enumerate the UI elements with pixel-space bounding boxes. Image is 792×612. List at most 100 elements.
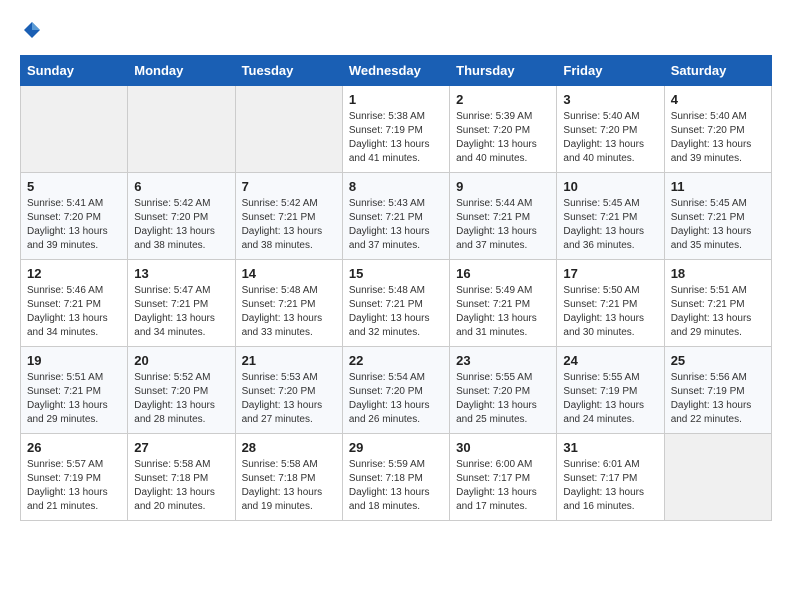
calendar-cell: 12 Sunrise: 5:46 AMSunset: 7:21 PMDayligh… <box>21 260 128 347</box>
calendar-cell: 22Sunrise: 5:54 AMSunset: 7:20 PMDayligh… <box>342 347 449 434</box>
calendar-cell: 19 Sunrise: 5:51 AMSunset: 7:21 PMDayligh… <box>21 347 128 434</box>
calendar-cell: 1 Sunrise: 5:38 AMSunset: 7:19 PMDaylight… <box>342 86 449 173</box>
day-number: 8 <box>349 179 443 194</box>
calendar-cell: 11 Sunrise: 5:45 AMSunset: 7:21 PMDayligh… <box>664 173 771 260</box>
day-info: Sunrise: 5:51 AMSunset: 7:21 PMDaylight:… <box>27 371 121 427</box>
day-number: 11 <box>671 179 765 194</box>
day-info: Sunrise: 6:00 AMSunset: 7:17 PMDaylight:… <box>456 458 550 514</box>
calendar-week-row: 5 Sunrise: 5:41 AMSunset: 7:20 PMDaylight… <box>21 173 772 260</box>
day-number: 4 <box>671 92 765 107</box>
calendar-cell: 15 Sunrise: 5:48 AMSunset: 7:21 PMDayligh… <box>342 260 449 347</box>
day-number: 10 <box>563 179 657 194</box>
calendar-cell: 18 Sunrise: 5:51 AMSunset: 7:21 PMDayligh… <box>664 260 771 347</box>
day-number: 18 <box>671 266 765 281</box>
calendar-cell <box>664 434 771 521</box>
calendar-cell: 28 Sunrise: 5:58 AMSunset: 7:18 PMDayligh… <box>235 434 342 521</box>
day-info: Sunrise: 5:51 AMSunset: 7:21 PMDaylight:… <box>671 284 765 340</box>
day-info: Sunrise: 5:47 AMSunset: 7:21 PMDaylight:… <box>134 284 228 340</box>
day-info: Sunrise: 5:40 AMSunset: 7:20 PMDaylight:… <box>563 110 657 166</box>
weekday-header-sunday: Sunday <box>21 56 128 86</box>
calendar-cell <box>21 86 128 173</box>
calendar-table: SundayMondayTuesdayWednesdayThursdayFrid… <box>20 55 772 521</box>
day-info: Sunrise: 5:55 AMSunset: 7:20 PMDaylight:… <box>456 371 550 427</box>
day-number: 6 <box>134 179 228 194</box>
day-info: Sunrise: 5:55 AMSunset: 7:19 PMDaylight:… <box>563 371 657 427</box>
weekday-header-wednesday: Wednesday <box>342 56 449 86</box>
weekday-header-friday: Friday <box>557 56 664 86</box>
calendar-cell: 31 Sunrise: 6:01 AMSunset: 7:17 PMDayligh… <box>557 434 664 521</box>
calendar-cell: 14Sunrise: 5:48 AMSunset: 7:21 PMDayligh… <box>235 260 342 347</box>
weekday-header-monday: Monday <box>128 56 235 86</box>
logo <box>20 20 42 45</box>
weekday-header-tuesday: Tuesday <box>235 56 342 86</box>
day-number: 19 <box>27 353 121 368</box>
day-number: 27 <box>134 440 228 455</box>
day-info: Sunrise: 5:39 AMSunset: 7:20 PMDaylight:… <box>456 110 550 166</box>
calendar-cell: 30 Sunrise: 6:00 AMSunset: 7:17 PMDayligh… <box>450 434 557 521</box>
day-number: 16 <box>456 266 550 281</box>
weekday-header-row: SundayMondayTuesdayWednesdayThursdayFrid… <box>21 56 772 86</box>
calendar-cell: 6Sunrise: 5:42 AMSunset: 7:20 PMDaylight… <box>128 173 235 260</box>
day-info: Sunrise: 5:46 AMSunset: 7:21 PMDaylight:… <box>27 284 121 340</box>
day-number: 17 <box>563 266 657 281</box>
day-info: Sunrise: 5:38 AMSunset: 7:19 PMDaylight:… <box>349 110 443 166</box>
day-info: Sunrise: 5:56 AMSunset: 7:19 PMDaylight:… <box>671 371 765 427</box>
calendar-cell: 16 Sunrise: 5:49 AMSunset: 7:21 PMDayligh… <box>450 260 557 347</box>
day-info: Sunrise: 5:58 AMSunset: 7:18 PMDaylight:… <box>242 458 336 514</box>
calendar-cell: 8 Sunrise: 5:43 AMSunset: 7:21 PMDaylight… <box>342 173 449 260</box>
calendar-cell: 27 Sunrise: 5:58 AMSunset: 7:18 PMDayligh… <box>128 434 235 521</box>
calendar-cell: 4Sunrise: 5:40 AMSunset: 7:20 PMDaylight… <box>664 86 771 173</box>
day-info: Sunrise: 5:41 AMSunset: 7:20 PMDaylight:… <box>27 197 121 253</box>
day-number: 3 <box>563 92 657 107</box>
day-info: Sunrise: 5:49 AMSunset: 7:21 PMDaylight:… <box>456 284 550 340</box>
calendar-week-row: 26 Sunrise: 5:57 AMSunset: 7:19 PMDayligh… <box>21 434 772 521</box>
day-info: Sunrise: 5:54 AMSunset: 7:20 PMDaylight:… <box>349 371 443 427</box>
day-info: Sunrise: 6:01 AMSunset: 7:17 PMDaylight:… <box>563 458 657 514</box>
day-number: 28 <box>242 440 336 455</box>
calendar-cell: 5 Sunrise: 5:41 AMSunset: 7:20 PMDaylight… <box>21 173 128 260</box>
day-number: 31 <box>563 440 657 455</box>
calendar-week-row: 12 Sunrise: 5:46 AMSunset: 7:21 PMDayligh… <box>21 260 772 347</box>
calendar-cell: 7Sunrise: 5:42 AMSunset: 7:21 PMDaylight… <box>235 173 342 260</box>
day-info: Sunrise: 5:42 AMSunset: 7:21 PMDaylight:… <box>242 197 336 253</box>
day-number: 5 <box>27 179 121 194</box>
calendar-cell: 17Sunrise: 5:50 AMSunset: 7:21 PMDayligh… <box>557 260 664 347</box>
day-number: 25 <box>671 353 765 368</box>
day-number: 26 <box>27 440 121 455</box>
day-number: 14 <box>242 266 336 281</box>
day-info: Sunrise: 5:45 AMSunset: 7:21 PMDaylight:… <box>671 197 765 253</box>
day-number: 9 <box>456 179 550 194</box>
day-info: Sunrise: 5:44 AMSunset: 7:21 PMDaylight:… <box>456 197 550 253</box>
calendar-cell <box>128 86 235 173</box>
page-header <box>20 20 772 45</box>
calendar-cell: 21 Sunrise: 5:53 AMSunset: 7:20 PMDayligh… <box>235 347 342 434</box>
calendar-cell: 29Sunrise: 5:59 AMSunset: 7:18 PMDayligh… <box>342 434 449 521</box>
weekday-header-thursday: Thursday <box>450 56 557 86</box>
day-info: Sunrise: 5:57 AMSunset: 7:19 PMDaylight:… <box>27 458 121 514</box>
calendar-cell: 2 Sunrise: 5:39 AMSunset: 7:20 PMDaylight… <box>450 86 557 173</box>
calendar-cell: 9 Sunrise: 5:44 AMSunset: 7:21 PMDaylight… <box>450 173 557 260</box>
calendar-cell: 13 Sunrise: 5:47 AMSunset: 7:21 PMDayligh… <box>128 260 235 347</box>
day-number: 20 <box>134 353 228 368</box>
calendar-cell: 3 Sunrise: 5:40 AMSunset: 7:20 PMDaylight… <box>557 86 664 173</box>
weekday-header-saturday: Saturday <box>664 56 771 86</box>
calendar-week-row: 1 Sunrise: 5:38 AMSunset: 7:19 PMDaylight… <box>21 86 772 173</box>
calendar-cell: 10Sunrise: 5:45 AMSunset: 7:21 PMDayligh… <box>557 173 664 260</box>
day-number: 12 <box>27 266 121 281</box>
day-info: Sunrise: 5:53 AMSunset: 7:20 PMDaylight:… <box>242 371 336 427</box>
calendar-cell: 20Sunrise: 5:52 AMSunset: 7:20 PMDayligh… <box>128 347 235 434</box>
day-number: 21 <box>242 353 336 368</box>
day-number: 29 <box>349 440 443 455</box>
day-number: 2 <box>456 92 550 107</box>
day-number: 24 <box>563 353 657 368</box>
logo-icon <box>22 20 42 40</box>
day-number: 15 <box>349 266 443 281</box>
day-number: 13 <box>134 266 228 281</box>
day-number: 1 <box>349 92 443 107</box>
day-info: Sunrise: 5:43 AMSunset: 7:21 PMDaylight:… <box>349 197 443 253</box>
calendar-cell: 24 Sunrise: 5:55 AMSunset: 7:19 PMDayligh… <box>557 347 664 434</box>
calendar-cell <box>235 86 342 173</box>
day-info: Sunrise: 5:48 AMSunset: 7:21 PMDaylight:… <box>349 284 443 340</box>
day-info: Sunrise: 5:58 AMSunset: 7:18 PMDaylight:… <box>134 458 228 514</box>
day-number: 30 <box>456 440 550 455</box>
